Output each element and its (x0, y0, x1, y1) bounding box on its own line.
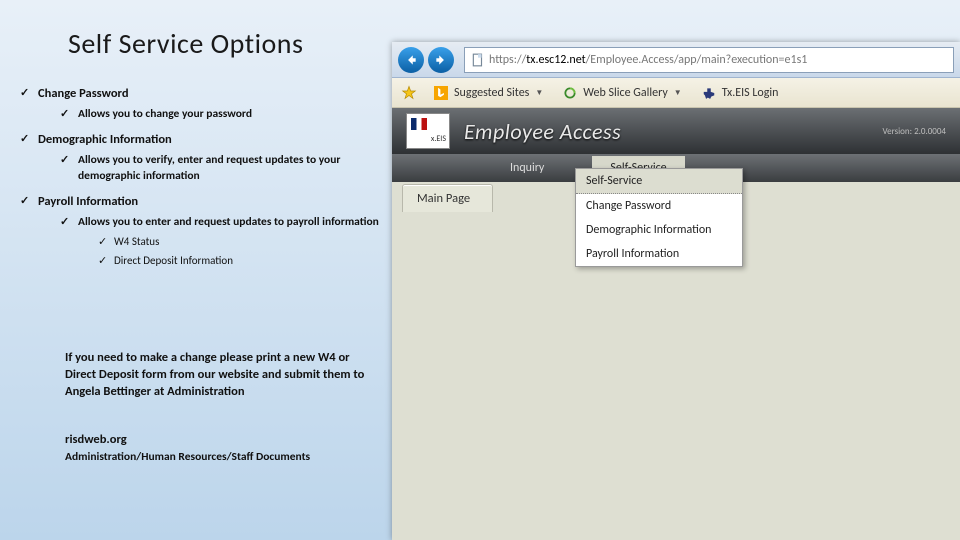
dropdown-payroll-info[interactable]: Payroll Information (576, 242, 742, 266)
dropdown-header: Self-Service (576, 169, 742, 194)
bullet-payroll-desc: Allows you to enter and request updates … (60, 215, 385, 231)
browser-nav-bar: https://tx.esc12.net/Employee.Access/app… (392, 42, 960, 78)
bullet-change-password-desc: Allows you to change your password (60, 107, 385, 123)
favorites-bar: Suggested Sites▼ Web Slice Gallery▼ Tx.E… (392, 78, 960, 108)
texas-icon (700, 84, 718, 102)
slide-title: Self Service Options (68, 26, 303, 61)
website-path: Administration/Human Resources/Staff Doc… (65, 450, 310, 464)
fav-txeis-login[interactable]: Tx.EIS Login (696, 82, 783, 104)
address-bar[interactable]: https://tx.esc12.net/Employee.Access/app… (464, 47, 954, 73)
arrow-right-icon (434, 53, 448, 67)
bing-icon (432, 84, 450, 102)
fav-web-slice[interactable]: Web Slice Gallery▼ (557, 82, 685, 104)
website-url: risdweb.org (65, 432, 127, 447)
bullet-list: Change Password Allows you to change you… (20, 86, 385, 274)
dropdown-change-password[interactable]: Change Password (576, 194, 742, 218)
star-icon[interactable] (400, 84, 418, 102)
webslice-icon (561, 84, 579, 102)
bullet-change-password: Change Password (20, 86, 385, 103)
bullet-w4: W4 Status (98, 235, 385, 250)
forward-button[interactable] (428, 47, 454, 73)
menu-inquiry[interactable]: Inquiry (492, 156, 562, 180)
instruction-note: If you need to make a change please prin… (65, 350, 375, 401)
app-title: Employee Access (464, 118, 621, 145)
self-service-dropdown: Self-Service Change Password Demographic… (575, 168, 743, 267)
arrow-left-icon (404, 53, 418, 67)
bullet-demographic: Demographic Information (20, 132, 385, 149)
browser-screenshot: https://tx.esc12.net/Employee.Access/app… (392, 42, 960, 540)
bullet-direct-deposit: Direct Deposit Information (98, 254, 385, 269)
tab-main-page[interactable]: Main Page (402, 184, 493, 212)
address-text: https://tx.esc12.net/Employee.Access/app… (489, 53, 807, 67)
app-header: Employee Access Version: 2.0.0004 (392, 108, 960, 154)
page-icon (471, 53, 485, 67)
dropdown-demographic-info[interactable]: Demographic Information (576, 218, 742, 242)
fav-suggested-sites[interactable]: Suggested Sites▼ (428, 82, 547, 104)
bullet-demographic-desc: Allows you to verify, enter and request … (60, 153, 385, 184)
app-version: Version: 2.0.0004 (882, 126, 946, 137)
bullet-payroll: Payroll Information (20, 194, 385, 211)
txeis-logo (406, 113, 450, 149)
back-button[interactable] (398, 47, 424, 73)
